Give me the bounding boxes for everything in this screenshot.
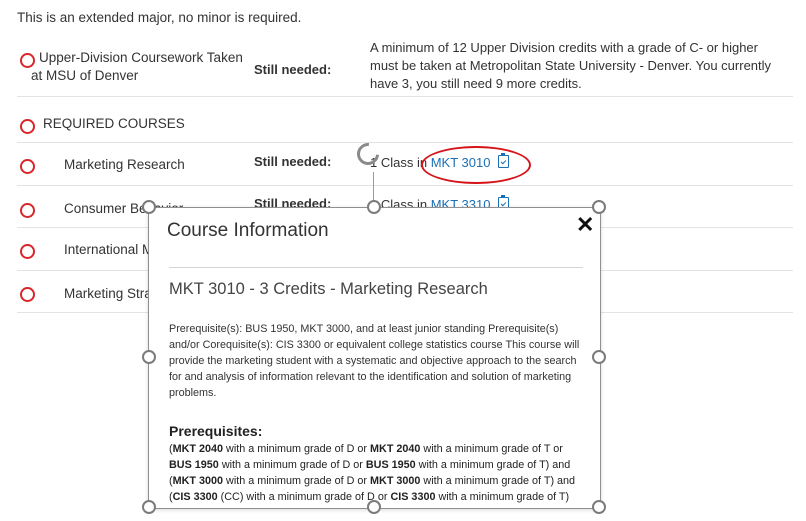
resize-handle-middle-left[interactable] <box>142 350 156 364</box>
resize-handle-top-left[interactable] <box>142 200 156 214</box>
dialog-title: Course Information <box>167 220 329 241</box>
resize-handle-bottom-right[interactable] <box>592 500 606 514</box>
row-title: Marketing Stra <box>64 286 152 301</box>
intro-text: This is an extended major, no minor is r… <box>17 10 302 25</box>
resize-handle-middle-right[interactable] <box>592 350 606 364</box>
requirement-row-upper-division: Upper-Division Coursework Taken at MSU of… <box>17 36 793 97</box>
still-needed-label: Still needed: <box>254 62 332 77</box>
still-needed-label: Still needed: <box>254 154 332 169</box>
row-title: Marketing Research <box>64 157 185 172</box>
requirement-row-marketing-research: Marketing Research Still needed: 1 Class… <box>17 142 793 186</box>
prereq-line: (MKT 2040 with a minimum grade of D or M… <box>169 443 563 455</box>
status-circle-icon <box>20 287 35 302</box>
prerequisites-body: (MKT 2040 with a minimum grade of D or M… <box>169 441 589 505</box>
status-circle-icon <box>20 159 35 174</box>
prereq-line: BUS 1950 with a minimum grade of D or BU… <box>169 459 571 471</box>
resize-handle-bottom-left[interactable] <box>142 500 156 514</box>
highlight-ellipse <box>421 146 531 184</box>
course-description: Prerequisite(s): BUS 1950, MKT 3000, and… <box>169 323 580 399</box>
status-circle-icon <box>20 119 35 134</box>
course-information-dialog: Course Information ✕ MKT 3010 - 3 Credit… <box>148 207 601 509</box>
status-circle-icon <box>20 53 35 68</box>
resize-handle-top-center[interactable] <box>367 200 381 214</box>
requirement-row-required-courses: REQUIRED COURSES <box>17 106 793 143</box>
resize-handle-bottom-center[interactable] <box>367 500 381 514</box>
dialog-separator <box>169 267 583 268</box>
course-heading: MKT 3010 - 3 Credits - Marketing Researc… <box>169 280 488 298</box>
close-icon[interactable]: ✕ <box>576 212 594 238</box>
status-circle-icon <box>20 203 35 218</box>
requirement-detail: A minimum of 12 Upper Division credits w… <box>370 40 772 91</box>
row-title: Upper-Division Coursework Taken at MSU of… <box>31 50 243 83</box>
status-circle-icon <box>20 244 35 259</box>
row-title: REQUIRED COURSES <box>43 116 185 131</box>
prereq-line: (MKT 3000 with a minimum grade of D or M… <box>169 475 576 487</box>
prerequisites-heading: Prerequisites: <box>169 423 263 439</box>
row-title: International M <box>64 242 154 257</box>
resize-handle-top-right[interactable] <box>592 200 606 214</box>
rotation-handle-connector <box>373 172 374 203</box>
